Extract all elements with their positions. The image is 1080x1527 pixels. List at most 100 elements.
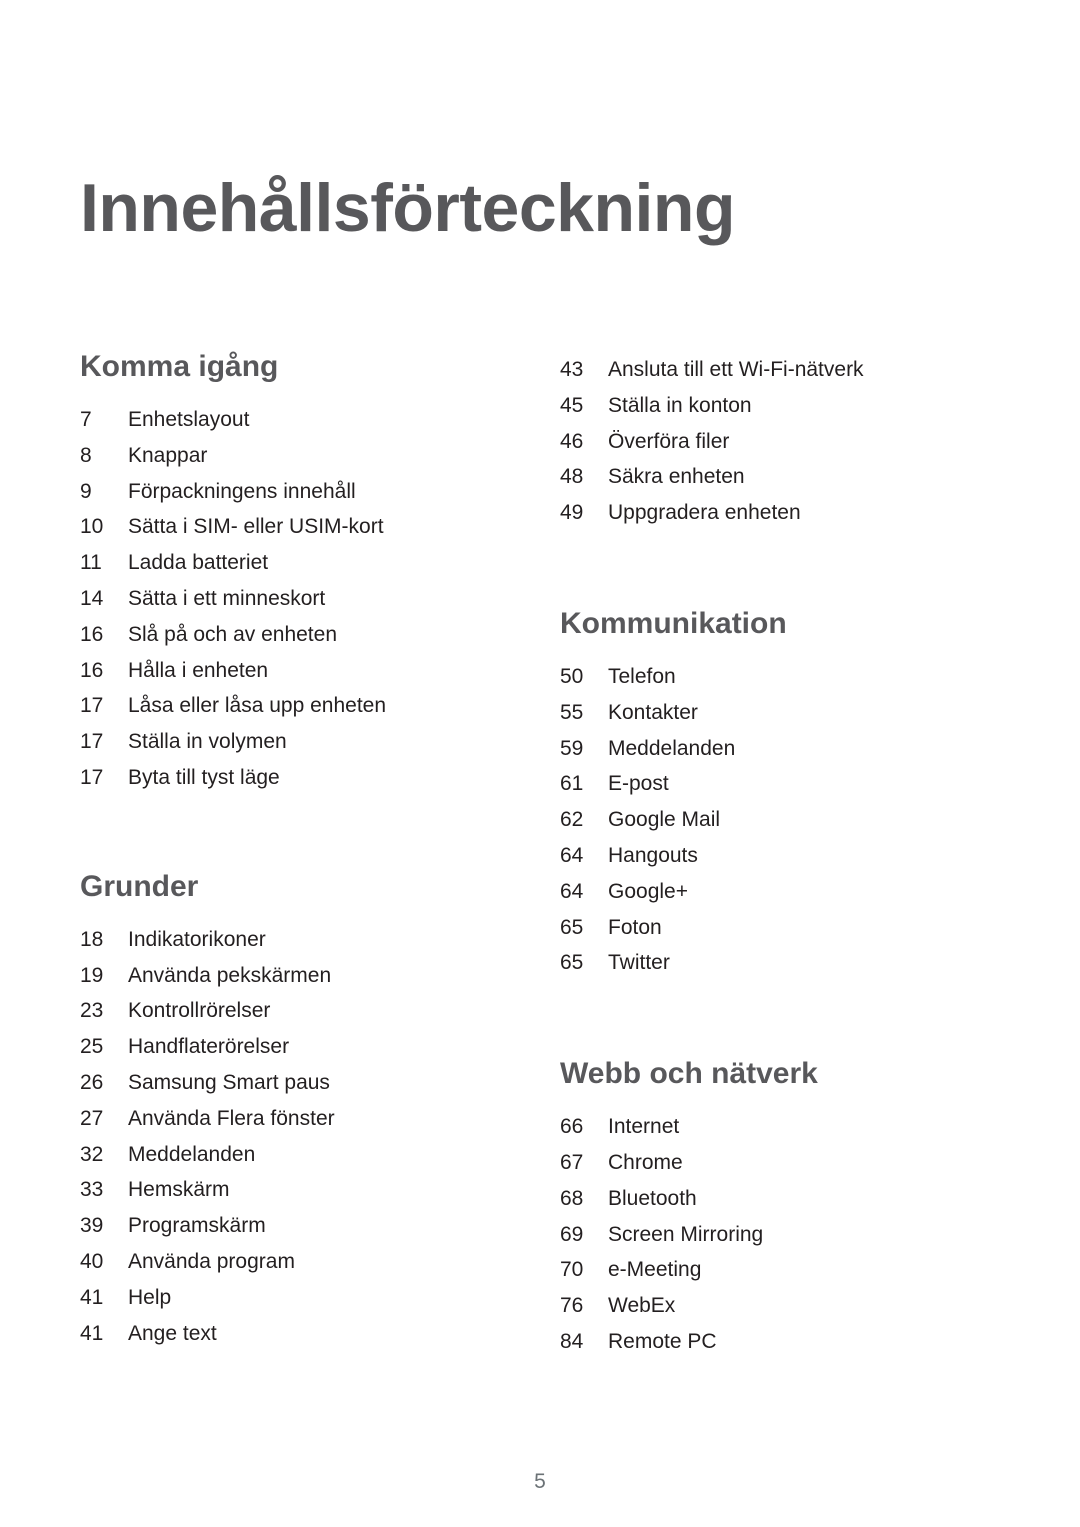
toc-entry-label: Help — [128, 1285, 172, 1309]
toc-page-number: 23 — [80, 999, 104, 1023]
toc-page-number: 10 — [80, 515, 104, 539]
toc-entry[interactable]: 65 Foton — [560, 910, 980, 946]
toc-entry-label: Hangouts — [608, 843, 698, 867]
toc-entry-label: Använda pekskärmen — [128, 963, 332, 987]
toc-entry[interactable]: 16 Hålla i enheten — [80, 653, 480, 689]
toc-page-number: 19 — [80, 963, 104, 987]
toc-entry-label: Kontrollrörelser — [128, 999, 271, 1023]
toc-entry[interactable]: 17 Byta till tyst läge — [80, 760, 480, 796]
toc-entry[interactable]: 18 Indikatorikoner — [80, 922, 480, 958]
toc-page-number: 65 — [560, 915, 584, 939]
toc-entry[interactable]: 67 Chrome — [560, 1145, 980, 1181]
toc-entry-label: Hemskärm — [128, 1178, 230, 1202]
toc-entry-list: 18 Indikatorikoner 19 Använda pekskärmen… — [80, 922, 480, 1352]
toc-entry-label: Twitter — [608, 951, 670, 975]
section-heading: Webb och nätverk — [560, 1057, 818, 1091]
toc-entry[interactable]: 16 Slå på och av enheten — [80, 617, 480, 653]
toc-entry[interactable]: 43 Ansluta till ett Wi-Fi-nätverk — [560, 352, 980, 388]
toc-entry[interactable]: 17 Ställa in volymen — [80, 724, 480, 760]
toc-entry[interactable]: 76 WebEx — [560, 1288, 980, 1324]
toc-page-number: 9 — [80, 479, 92, 503]
toc-entry-label: Remote PC — [608, 1329, 717, 1353]
toc-entry-label: Överföra filer — [608, 429, 730, 453]
toc-page-number: 11 — [80, 551, 102, 575]
toc-entry[interactable]: 46 Överföra filer — [560, 424, 980, 460]
toc-entry-label: Ansluta till ett Wi-Fi-nätverk — [608, 358, 864, 381]
toc-page-number: 68 — [560, 1186, 584, 1210]
toc-entry[interactable]: 26 Samsung Smart paus — [80, 1065, 480, 1101]
toc-entry[interactable]: 66 Internet — [560, 1109, 980, 1145]
toc-entry[interactable]: 48 Säkra enheten — [560, 459, 980, 495]
toc-entry-label: Ställa in volymen — [128, 730, 287, 754]
toc-page-number: 33 — [80, 1178, 104, 1202]
page-title: Innehållsförteckning — [80, 169, 736, 246]
toc-entry[interactable]: 70 e-Meeting — [560, 1252, 980, 1288]
toc-entry[interactable]: 59 Meddelanden — [560, 731, 980, 767]
toc-entry[interactable]: 62 Google Mail — [560, 802, 980, 838]
toc-entry-label: Bluetooth — [608, 1186, 697, 1210]
toc-entry-label: Hålla i enheten — [128, 658, 269, 682]
toc-entry[interactable]: 55 Kontakter — [560, 695, 980, 731]
toc-entry[interactable]: 32 Meddelanden — [80, 1137, 480, 1173]
toc-page-number: 16 — [80, 622, 104, 646]
toc-entry[interactable]: 27 Använda Flera fönster — [80, 1101, 480, 1137]
toc-page-number: 84 — [560, 1329, 584, 1353]
toc-section-grunder: Grunder 18 Indikatorikoner 19 Använda pe… — [80, 871, 480, 1352]
toc-entry-label: Använda Flera fönster — [128, 1106, 335, 1130]
toc-entry-label: Ange text — [128, 1321, 217, 1345]
toc-columns: Komma igång 7 Enhetslayout 8 Knappar 9 F… — [0, 352, 1080, 1360]
toc-entry[interactable]: 25 Handflaterörelser — [80, 1029, 480, 1065]
toc-entry-label: Låsa eller låsa upp enheten — [128, 694, 387, 718]
toc-entry[interactable]: 8 Knappar — [80, 438, 480, 474]
toc-entry[interactable]: 39 Programskärm — [80, 1208, 480, 1244]
toc-entry[interactable]: 65 Twitter — [560, 945, 980, 981]
toc-entry-list: 7 Enhetslayout 8 Knappar 9 Förpackningen… — [80, 402, 480, 796]
toc-page-number: 16 — [80, 658, 104, 682]
toc-entry[interactable]: 14 Sätta i ett minneskort — [80, 581, 480, 617]
toc-entry-label: Internet — [608, 1115, 680, 1139]
toc-entry-label: Byta till tyst läge — [128, 765, 280, 789]
toc-entry[interactable]: 41 Help — [80, 1280, 480, 1316]
toc-entry[interactable]: 84 Remote PC — [560, 1324, 980, 1360]
toc-page-number: 14 — [80, 586, 104, 610]
toc-entry-label: Ladda batteriet — [128, 551, 269, 575]
toc-entry[interactable]: 61 E-post — [560, 766, 980, 802]
toc-entry[interactable]: 10 Sätta i SIM- eller USIM-kort — [80, 509, 480, 545]
toc-entry[interactable]: 9 Förpackningens innehåll — [80, 474, 480, 510]
toc-page-number: 27 — [80, 1106, 104, 1130]
toc-entry-label: e-Meeting — [608, 1258, 702, 1282]
toc-page-number: 62 — [560, 808, 584, 832]
toc-page-number: 8 — [80, 443, 92, 467]
toc-entry[interactable]: 33 Hemskärm — [80, 1172, 480, 1208]
toc-entry[interactable]: 7 Enhetslayout — [80, 402, 480, 438]
section-heading: Kommunikation — [560, 606, 787, 640]
toc-entry-label: Screen Mirroring — [608, 1222, 764, 1246]
toc-entry[interactable]: 41 Ange text — [80, 1316, 480, 1352]
toc-column-left: Komma igång 7 Enhetslayout 8 Knappar 9 F… — [0, 352, 480, 1351]
section-heading: Komma igång — [80, 350, 279, 383]
toc-entry[interactable]: 17 Låsa eller låsa upp enheten — [80, 688, 480, 724]
toc-page-number: 55 — [560, 700, 584, 724]
toc-entry[interactable]: 40 Använda program — [80, 1244, 480, 1280]
toc-entry[interactable]: 11 Ladda batteriet — [80, 545, 480, 581]
toc-page-number: 61 — [560, 772, 584, 796]
toc-page-number: 39 — [80, 1214, 104, 1238]
toc-entry[interactable]: 23 Kontrollrörelser — [80, 993, 480, 1029]
toc-entry[interactable]: 69 Screen Mirroring — [560, 1217, 980, 1253]
toc-page-number: 50 — [560, 664, 584, 688]
toc-entry[interactable]: 50 Telefon — [560, 659, 980, 695]
toc-entry[interactable]: 49 Uppgradera enheten — [560, 495, 980, 531]
toc-entry[interactable]: 45 Ställa in konton — [560, 388, 980, 424]
toc-entry[interactable]: 64 Hangouts — [560, 838, 980, 874]
toc-page-number: 43 — [560, 358, 584, 381]
toc-page-number: 41 — [80, 1321, 104, 1345]
toc-page-number: 59 — [560, 736, 584, 760]
toc-entry-list: 66 Internet 67 Chrome 68 Bluetooth 69 Sc… — [560, 1109, 980, 1360]
toc-entry[interactable]: 19 Använda pekskärmen — [80, 958, 480, 994]
toc-entry[interactable]: 64 Google+ — [560, 874, 980, 910]
toc-entry-label: Samsung Smart paus — [128, 1070, 330, 1094]
toc-entry[interactable]: 68 Bluetooth — [560, 1181, 980, 1217]
toc-entry-label: Enhetslayout — [128, 408, 250, 431]
